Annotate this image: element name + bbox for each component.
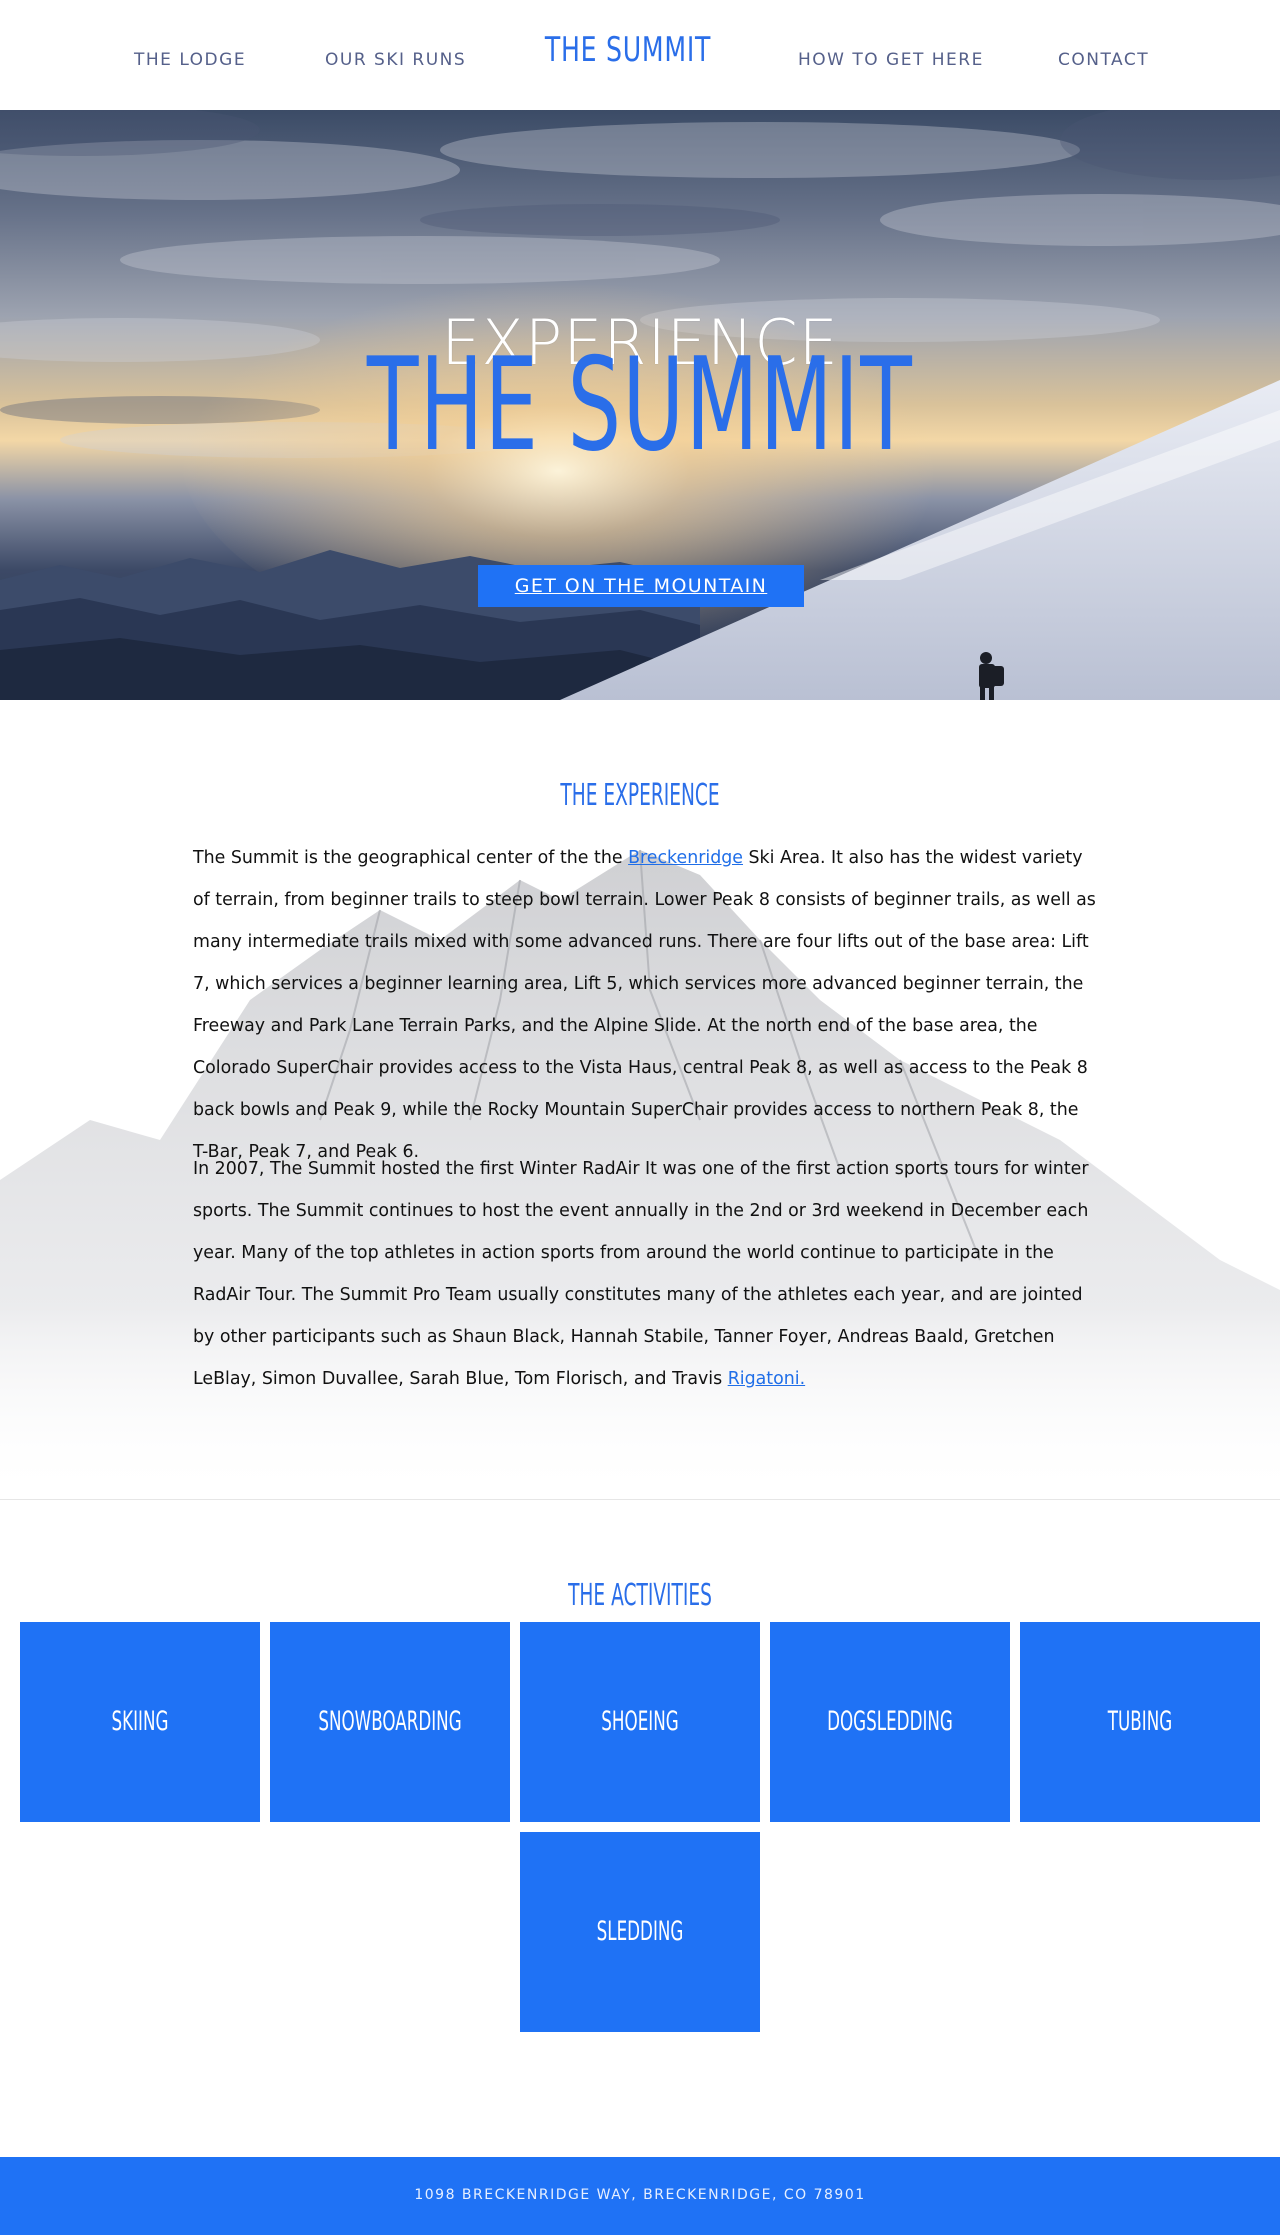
activity-label: SKIING [111,1706,169,1737]
activities-section: THE ACTIVITIES SKIING SNOWBOARDING SHOEI… [0,1500,1280,2157]
footer-address: 1098 BRECKENRIDGE WAY, BRECKENRIDGE, CO … [414,2187,866,2203]
experience-p1-text-a: The Summit is the geographical center of… [193,848,629,868]
activity-label: TUBING [1107,1706,1173,1737]
activity-label: SHOEING [601,1706,679,1737]
activity-tile-shoeing[interactable]: SHOEING [520,1622,760,1822]
site-footer: 1098 BRECKENRIDGE WAY, BRECKENRIDGE, CO … [0,2157,1280,2235]
hero-title: THE SUMMIT [366,331,914,480]
experience-p1-text-b: Ski Area. It also has the widest variety… [193,848,1096,1162]
get-on-the-mountain-button[interactable]: GET ON THE MOUNTAIN [478,565,804,607]
activity-tile-snowboarding[interactable]: SNOWBOARDING [270,1622,510,1822]
activity-label: SLEDDING [596,1916,684,1947]
activity-tile-dogsledding[interactable]: DOGSLEDDING [770,1622,1010,1822]
activity-tile-skiing[interactable]: SKIING [20,1622,260,1822]
experience-paragraph-1: The Summit is the geographical center of… [193,837,1098,1173]
activity-label: DOGSLEDDING [827,1706,953,1737]
experience-section: THE EXPERIENCE The Summit is the geograp… [0,700,1280,1499]
experience-p2-text: In 2007, The Summit hosted the first Win… [193,1159,1089,1389]
experience-paragraph-2: In 2007, The Summit hosted the first Win… [193,1148,1098,1400]
activities-heading: THE ACTIVITIES [568,1578,712,1613]
activity-tile-sledding[interactable]: SLEDDING [520,1832,760,2032]
rigatoni-link[interactable]: Rigatoni. [728,1369,805,1389]
activity-label: SNOWBOARDING [318,1706,462,1737]
top-nav: THE LODGE OUR SKI RUNS THE SUMMIT HOW TO… [0,0,1280,110]
breckenridge-link[interactable]: Breckenridge [628,848,743,868]
activity-tile-tubing[interactable]: TUBING [1020,1622,1260,1822]
hero-banner: EXPERIENCE THE SUMMIT GET ON THE MOUNTAI… [0,110,1280,700]
nav-link-contact[interactable]: CONTACT [1058,50,1149,70]
experience-heading: THE EXPERIENCE [560,778,720,813]
nav-link-how-to-get-here[interactable]: HOW TO GET HERE [798,50,984,70]
